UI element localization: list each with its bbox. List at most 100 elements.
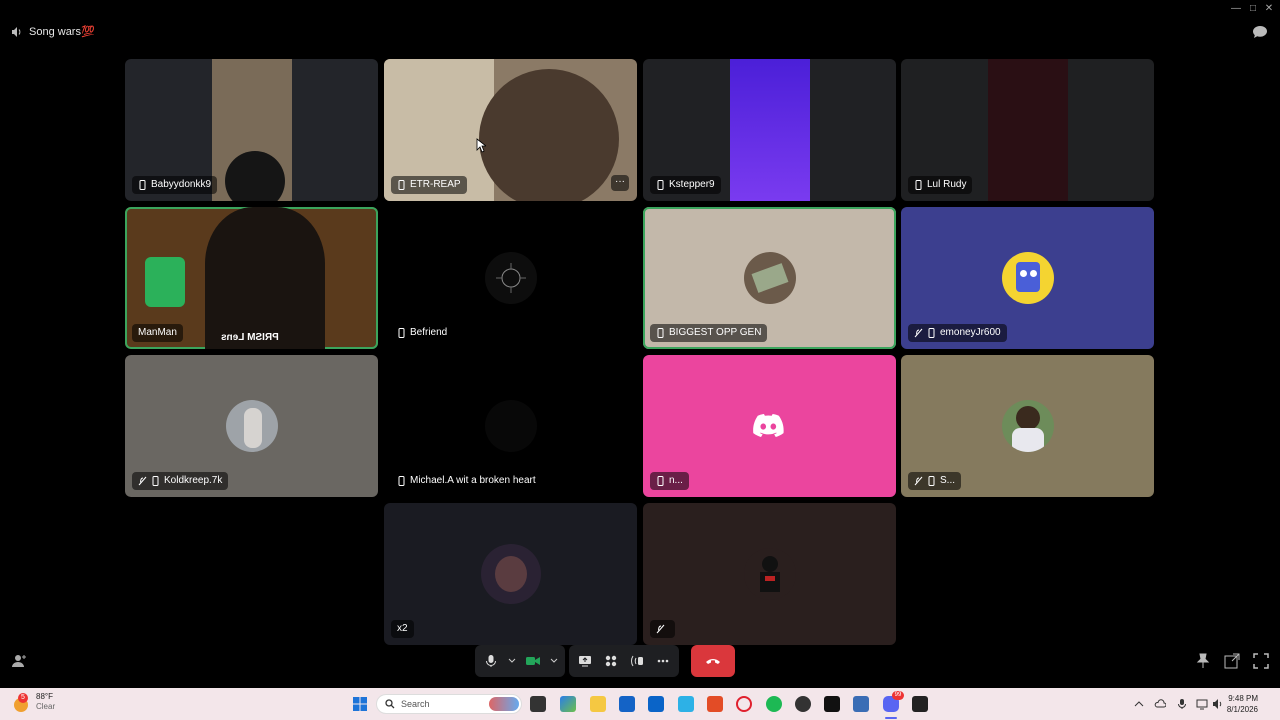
avatar [1001, 252, 1054, 304]
mobile-icon [152, 476, 159, 486]
video-feed [479, 69, 619, 201]
more-options-button[interactable]: ··· [611, 175, 629, 191]
deafened-icon [138, 476, 147, 486]
participant-tile[interactable]: Befriend [384, 207, 637, 349]
participant-tile[interactable]: S... [901, 355, 1154, 497]
participant-tile[interactable]: ETR-REAP ··· [384, 59, 637, 201]
participant-tile[interactable]: emoneyJr600 [901, 207, 1154, 349]
avatar [484, 400, 537, 452]
deafened-icon [914, 476, 923, 486]
start-icon[interactable] [352, 696, 368, 712]
opera-icon[interactable] [736, 696, 752, 712]
mobile-icon [657, 328, 664, 338]
obs-icon[interactable] [824, 696, 840, 712]
outlook-icon[interactable] [648, 696, 664, 712]
weather-icon: 5 [12, 693, 30, 712]
participant-tile[interactable]: PRISM Lens ManMan [125, 207, 378, 349]
spotify-icon[interactable] [766, 696, 782, 712]
deafened-icon [656, 624, 665, 634]
mobile-icon [928, 476, 935, 486]
microphone-icon [486, 655, 496, 667]
microphone-button[interactable] [481, 651, 501, 671]
participant-label: ETR-REAP [391, 176, 467, 194]
app-f-icon[interactable] [678, 696, 694, 712]
activities-button[interactable] [601, 651, 621, 671]
screen-share-icon [579, 656, 591, 667]
audio-visualizer-icon[interactable] [912, 696, 928, 712]
activity-group [569, 645, 679, 677]
participant-tile[interactable]: n... [643, 355, 896, 497]
deafened-icon [914, 328, 923, 338]
photos-icon[interactable] [853, 696, 869, 712]
pin-icon[interactable] [1195, 653, 1211, 669]
video-feed [730, 59, 810, 201]
avatar [484, 252, 537, 304]
close-button[interactable]: ✕ [1260, 2, 1278, 14]
notification-badge: 99 [892, 691, 904, 700]
weather-widget[interactable]: 5 88°F Clear [12, 692, 55, 712]
system-clock[interactable]: 9:48 PM 8/1/2026 [1227, 693, 1258, 715]
mic-options-button[interactable] [507, 651, 517, 671]
participant-tile[interactable]: Koldkreep.7k [125, 355, 378, 497]
copilot-icon[interactable] [560, 696, 576, 712]
github-icon[interactable] [795, 696, 811, 712]
avatar [743, 252, 796, 304]
screen-share-button[interactable] [575, 651, 595, 671]
participant-tile[interactable]: BIGGEST OPP GEN [643, 207, 896, 349]
video-feed [205, 207, 325, 349]
mobile-icon [139, 180, 146, 190]
chevron-down-icon [550, 658, 558, 663]
voice-channel-header: Song wars💯 [11, 25, 95, 38]
taskbar-search[interactable]: Search [376, 694, 522, 714]
participant-label: x2 [391, 620, 414, 638]
html5-icon[interactable] [707, 696, 723, 712]
fullscreen-icon[interactable] [1253, 653, 1269, 669]
speaker-icon [12, 26, 21, 37]
mic-group [475, 645, 565, 677]
mobile-icon [398, 328, 405, 338]
more-actions-button[interactable] [653, 651, 673, 671]
minimize-button[interactable]: — [1227, 2, 1245, 14]
participant-tile[interactable]: Babyydonkk9 [125, 59, 378, 201]
mobile-icon [928, 328, 935, 338]
soundboard-button[interactable] [627, 651, 647, 671]
disconnect-button[interactable] [691, 645, 735, 677]
active-app-indicator [885, 717, 897, 719]
microphone-tray-icon[interactable] [1176, 698, 1188, 710]
soundboard-icon [631, 655, 643, 667]
invite-icon[interactable] [11, 653, 27, 669]
mobile-icon [657, 180, 664, 190]
video-feed [988, 59, 1068, 201]
activities-icon [605, 655, 617, 667]
cloud-icon[interactable] [1154, 698, 1166, 710]
task-view-icon[interactable] [530, 696, 546, 712]
participant-tile[interactable]: Lul Rudy [901, 59, 1154, 201]
participant-label: ManMan [132, 324, 183, 342]
camera-button[interactable] [523, 651, 543, 671]
chevron-down-icon [508, 658, 516, 663]
store-icon[interactable] [619, 696, 635, 712]
participant-tile[interactable] [643, 503, 896, 645]
volume-icon[interactable] [1212, 698, 1224, 710]
participant-tile[interactable]: Michael.A wit a broken heart [384, 355, 637, 497]
participant-tile[interactable]: Kstepper9 [643, 59, 896, 201]
taskbar: 5 88°F Clear Search 99 9:48 PM 8/1/2026 [0, 688, 1280, 720]
participant-label: Michael.A wit a broken heart [391, 472, 542, 490]
file-explorer-icon[interactable] [590, 696, 606, 712]
video-feed [145, 257, 185, 307]
network-icon[interactable] [1196, 698, 1208, 710]
camera-options-button[interactable] [549, 651, 559, 671]
weather-temp: 88°F [36, 692, 53, 701]
popout-icon[interactable] [1224, 653, 1240, 669]
mouse-cursor-icon [476, 138, 486, 153]
chevron-up-icon[interactable] [1133, 698, 1145, 710]
discord-icon[interactable]: 99 [883, 691, 904, 712]
participant-label: Babyydonkk9 [132, 176, 218, 194]
mobile-icon [398, 180, 405, 190]
participant-tile[interactable]: x2 [384, 503, 637, 645]
participant-label: S... [908, 472, 962, 490]
avatar [225, 400, 278, 452]
video-camera-icon [526, 657, 540, 665]
participant-label: n... [650, 472, 689, 490]
chat-icon[interactable] [1252, 25, 1268, 39]
